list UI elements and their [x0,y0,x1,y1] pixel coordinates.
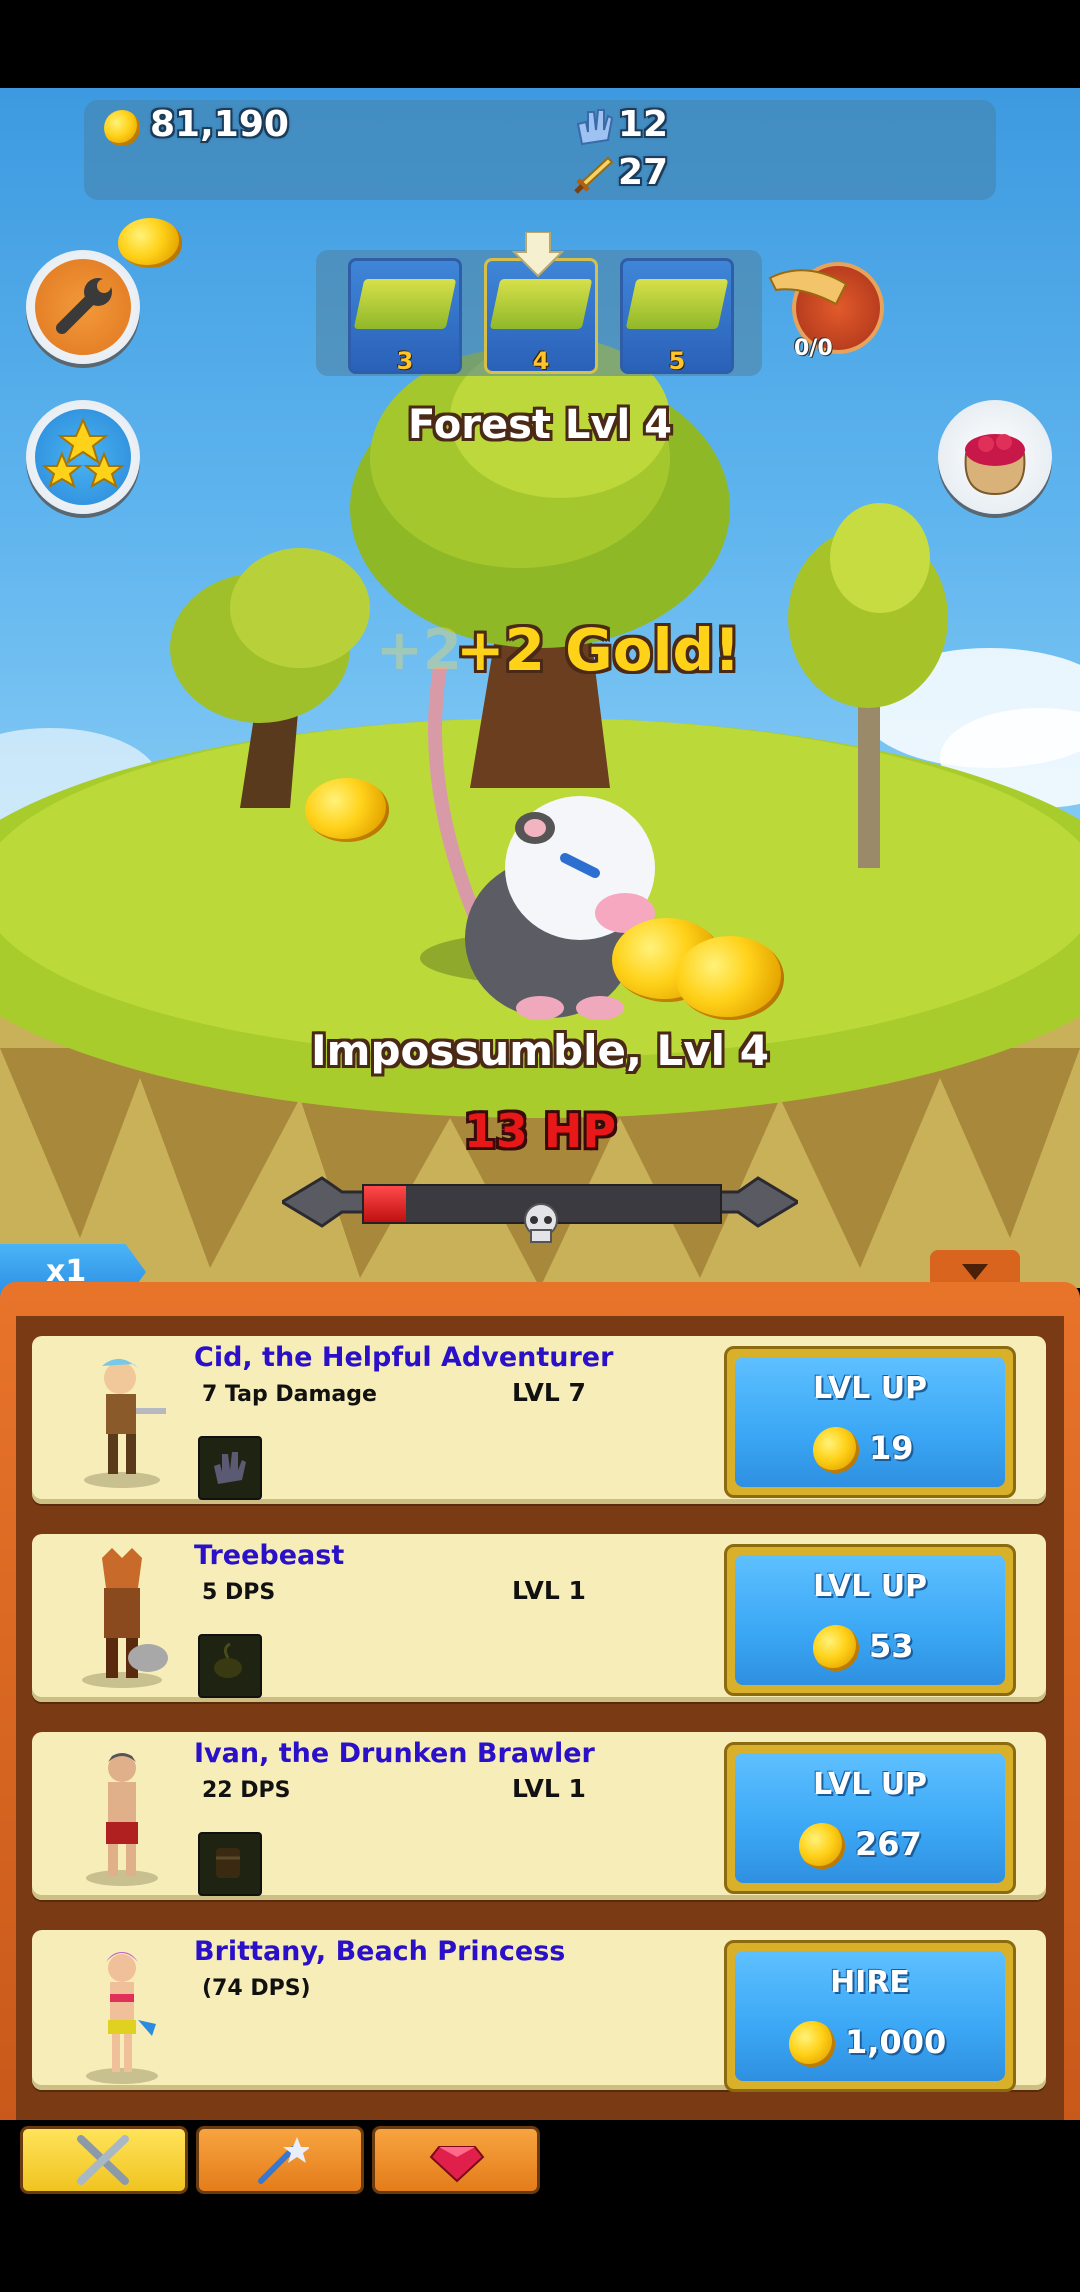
hero-card-ivan: Ivan, the Drunken Brawler 22 DPS LVL 1 L… [32,1732,1046,1900]
level-up-cost: 53 [869,1627,914,1665]
barrel-skill-icon [216,1848,240,1878]
level-up-button[interactable]: LVL UP 19 [724,1346,1016,1498]
hero-skill-slot[interactable] [198,1436,262,1500]
settings-button[interactable] [26,250,140,364]
hero-card-cid: Cid, the Helpful Adventurer 7 Tap Damage… [32,1336,1046,1504]
gold-icon [104,110,140,146]
heroes-tab[interactable] [20,2126,188,2194]
level-up-button[interactable]: LVL UP 267 [724,1742,1016,1894]
floating-gold-ghost: +2 [376,618,462,683]
tap-damage: 27 [618,152,669,193]
hero-portrait-brittany [86,1952,158,2084]
current-zone-arrow-icon [512,232,564,278]
quest-button[interactable]: 0/0 [766,252,886,362]
button-label: LVL UP [812,1767,928,1802]
hire-button[interactable]: HIRE 1,000 [724,1940,1016,2092]
horn-icon [768,269,848,306]
hero-portrait-cid [84,1358,166,1488]
hand-icon [576,109,614,146]
hero-name: Ivan, the Drunken Brawler [194,1738,595,1769]
button-label: LVL UP [812,1569,928,1604]
hero-card-treebeast: Treebeast 5 DPS LVL 1 LVL UP 53 [32,1534,1046,1702]
crossed-swords-icon [77,2135,129,2185]
zone-tile[interactable]: 5 [620,258,734,375]
gold-coin-drop[interactable] [676,936,784,1020]
hero-card-brittany: Brittany, Beach Princess (74 DPS) HIRE 1… [32,1930,1046,2092]
hand-skill-icon [214,1452,246,1484]
skull-icon [524,1203,558,1243]
health-bar [282,1172,798,1243]
gold-icon [813,1427,859,1473]
stats-bar: 81,190 12 27 [84,100,996,200]
hero-name: Cid, the Helpful Adventurer [194,1342,614,1373]
sword-icon [574,156,614,194]
button-label: LVL UP [812,1371,928,1406]
hero-stat: 22 DPS [202,1778,291,1803]
gold-icon [813,1625,859,1671]
gold-icon [789,2021,835,2067]
level-up-cost: 267 [855,1825,922,1863]
hero-list[interactable]: Cid, the Helpful Adventurer 7 Tap Damage… [16,1316,1064,2120]
hero-portrait-ivan [86,1753,158,1886]
click-count: 12 [618,104,669,145]
hero-portrait-treebeast [82,1548,168,1688]
hero-stat: (74 DPS) [202,1976,311,2001]
zone-title: Forest Lvl 4 [408,402,672,448]
gold-amount: 81,190 [150,104,289,145]
magic-wand-icon [258,2137,309,2184]
zone-selector: 3 4 5 [316,232,762,376]
hero-panel: Cid, the Helpful Adventurer 7 Tap Damage… [0,1282,1080,2120]
quest-progress: 0/0 [794,336,833,361]
hero-level: LVL 1 [512,1576,586,1605]
gold-coin-drop[interactable] [118,218,182,268]
seed-skill-icon [214,1642,242,1678]
hero-skill-slot[interactable] [198,1634,262,1698]
monster-hp: 13 HP [463,1104,617,1158]
health-bar-fill [364,1186,406,1222]
level-up-button[interactable]: LVL UP 53 [724,1544,1016,1696]
hero-name: Brittany, Beach Princess [194,1936,566,1967]
gold-icon [799,1823,845,1869]
upgrades-tab[interactable] [196,2126,364,2194]
monster-name: Impossumble, Lvl 4 [311,1026,769,1075]
level-up-cost: 19 [869,1429,914,1467]
hero-level: LVL 7 [512,1378,586,1407]
hero-stat: 5 DPS [202,1580,276,1605]
wrench-icon [56,278,112,334]
hero-name: Treebeast [194,1540,345,1571]
hero-skill-slot[interactable] [198,1832,262,1896]
zone-tile[interactable]: 3 [348,258,462,375]
gems-tab[interactable] [372,2126,540,2194]
hire-cost: 1,000 [845,2023,947,2061]
hero-level: LVL 1 [512,1774,586,1803]
button-label: HIRE [830,1965,910,2000]
hero-stat: 7 Tap Damage [202,1382,377,1407]
gold-coin-drop[interactable] [305,778,389,842]
ruby-icon [429,2146,485,2183]
chevron-down-icon [962,1264,988,1280]
gold-gain-text: +2 Gold! [456,616,741,684]
